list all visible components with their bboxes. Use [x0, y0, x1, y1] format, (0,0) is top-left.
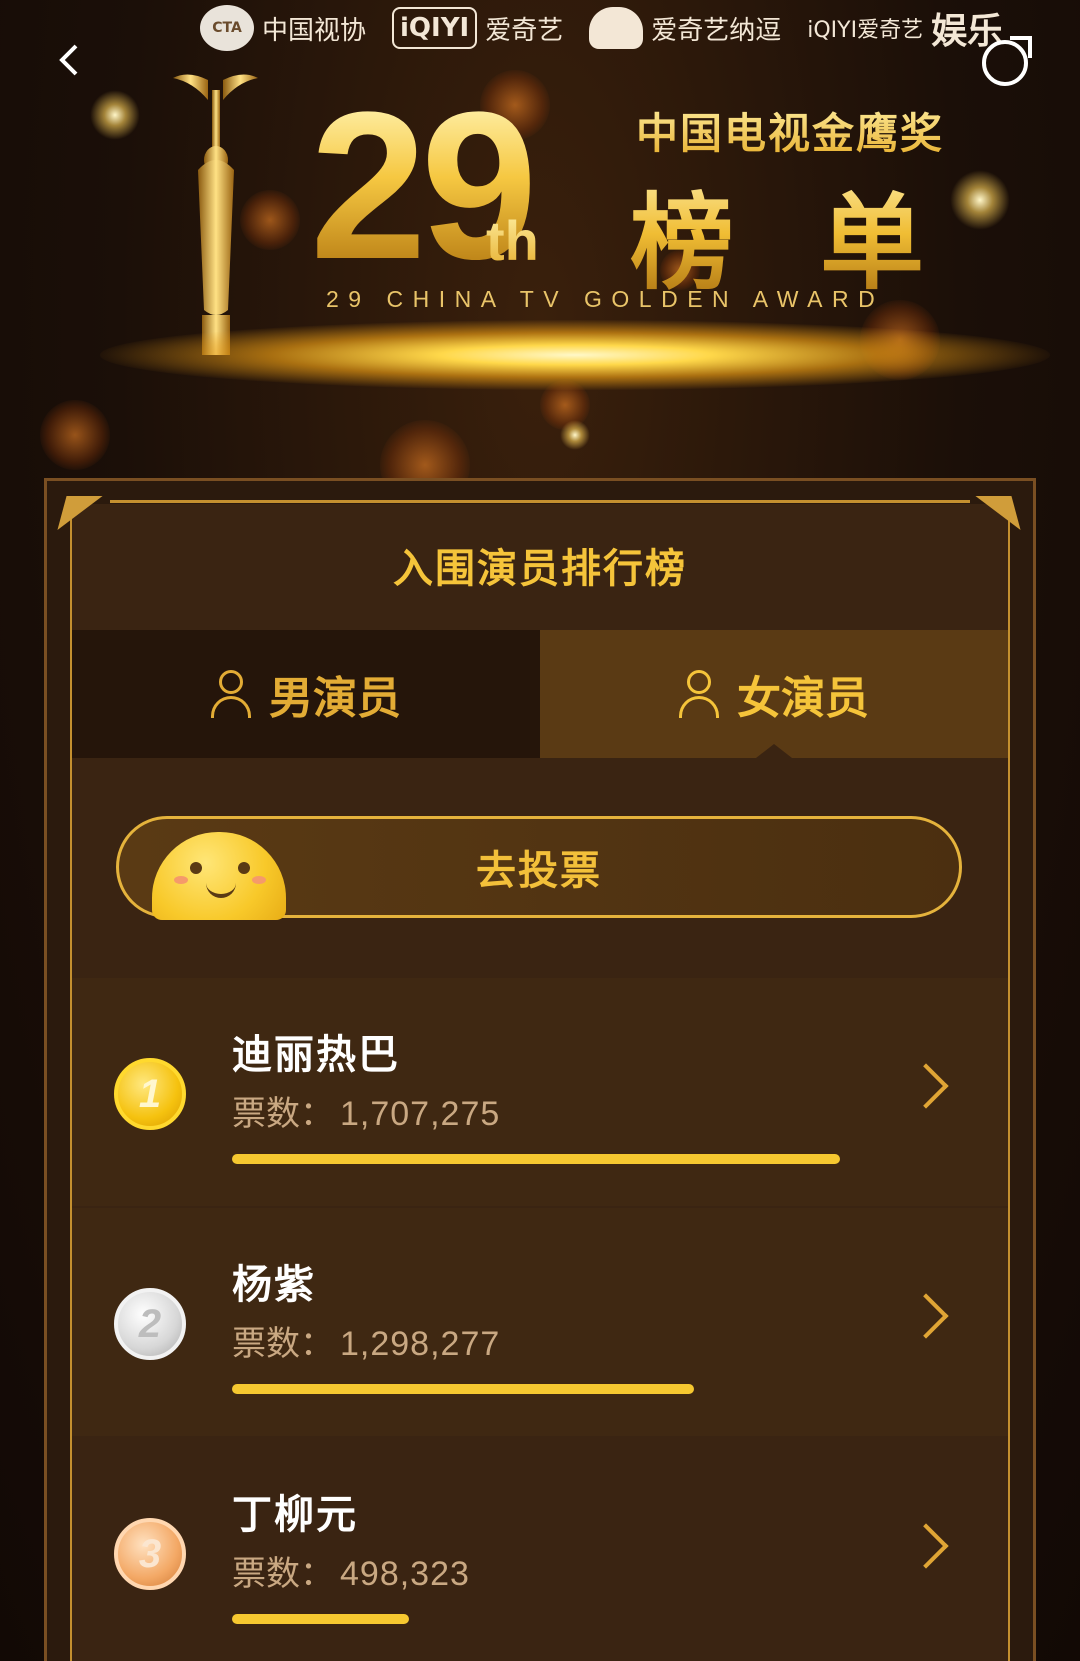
- female-person-icon: [679, 670, 719, 718]
- vote-count-label: 票数：: [232, 1324, 334, 1364]
- logo-prefix: iQIYI爱奇艺: [807, 18, 924, 43]
- actor-name: 杨紫: [232, 1262, 316, 1308]
- bokeh-light: [40, 400, 110, 470]
- tab-male-actors[interactable]: 男演员: [72, 630, 540, 758]
- chevron-right-icon: [903, 1293, 949, 1339]
- logo-label: 爱奇艺纳逗: [651, 15, 782, 46]
- vote-progress-bar: [232, 1614, 409, 1624]
- nadou-mascot-icon: [589, 7, 644, 49]
- ranking-row[interactable]: 2 杨紫 票数： 1,298,277: [72, 1208, 1008, 1436]
- tab-female-actors[interactable]: 女演员: [540, 630, 1008, 758]
- logo-iqiyi-ent: iQIYI爱奇艺 娱乐: [807, 2, 1003, 54]
- actor-name: 迪丽热巴: [232, 1032, 400, 1078]
- award-name: 中国电视金鹰奖: [636, 100, 944, 161]
- sparkle: [90, 90, 140, 140]
- bronze-medal-icon: 3: [114, 1518, 186, 1590]
- chevron-right-icon: [903, 1063, 949, 1109]
- silver-medal-icon: 2: [114, 1288, 186, 1360]
- panel-divider: [110, 500, 970, 503]
- vote-button-label: 去投票: [476, 848, 602, 894]
- vote-progress-bar: [232, 1154, 840, 1164]
- chevron-left-icon: [59, 44, 78, 76]
- tab-label: 女演员: [737, 673, 869, 724]
- male-person-icon: [211, 670, 251, 718]
- vote-count-value: 1,298,277: [340, 1325, 501, 1363]
- vote-count: 票数： 1,707,275: [232, 1086, 500, 1135]
- logo-label: 爱奇艺: [485, 15, 564, 46]
- ranking-row[interactable]: 3 丁柳元 票数： 498,323: [72, 1438, 1008, 1661]
- logo-label: 中国视协: [262, 15, 367, 46]
- vote-count-value: 498,323: [340, 1555, 470, 1593]
- chevron-right-icon: [903, 1523, 949, 1569]
- golden-eagle-trophy-icon: [173, 74, 258, 355]
- vote-count-value: 1,707,275: [340, 1095, 501, 1133]
- share-button[interactable]: [982, 36, 1032, 86]
- award-english-name: 29 CHINA TV GOLDEN AWARD: [326, 286, 885, 312]
- back-button[interactable]: [50, 40, 90, 80]
- iqiyi-badge: iQIYI: [392, 7, 478, 49]
- cta-emblem-icon: CTA: [200, 5, 254, 51]
- vote-count: 票数： 498,323: [232, 1546, 470, 1595]
- tab-label: 男演员: [269, 673, 401, 724]
- panel-title: 入围演员排行榜: [393, 546, 687, 592]
- vote-count-label: 票数：: [232, 1094, 334, 1134]
- vote-count: 票数： 1,298,277: [232, 1316, 500, 1365]
- glow-bar: [100, 320, 1050, 390]
- ranking-row[interactable]: 1 迪丽热巴 票数： 1,707,275: [72, 978, 1008, 1206]
- logo-cta: CTA 中国视协: [200, 5, 366, 51]
- vote-count-label: 票数：: [232, 1554, 334, 1594]
- sparkle: [560, 420, 590, 450]
- logo-iqiyi: iQIYI 爱奇艺: [392, 7, 563, 49]
- vote-progress-bar: [232, 1384, 694, 1394]
- partner-logos: CTA 中国视协 iQIYI 爱奇艺 爱奇艺纳逗 iQIYI爱奇艺 娱乐: [200, 0, 1003, 56]
- edition-suffix: th: [486, 209, 539, 272]
- logo-nadou: 爱奇艺纳逗: [589, 7, 781, 49]
- gold-medal-icon: 1: [114, 1058, 186, 1130]
- page: CTA 中国视协 iQIYI 爱奇艺 爱奇艺纳逗 iQIYI爱奇艺 娱乐 29 …: [0, 0, 1080, 1661]
- gender-tabs: 男演员 女演员: [72, 630, 1008, 758]
- actor-name: 丁柳元: [232, 1492, 358, 1538]
